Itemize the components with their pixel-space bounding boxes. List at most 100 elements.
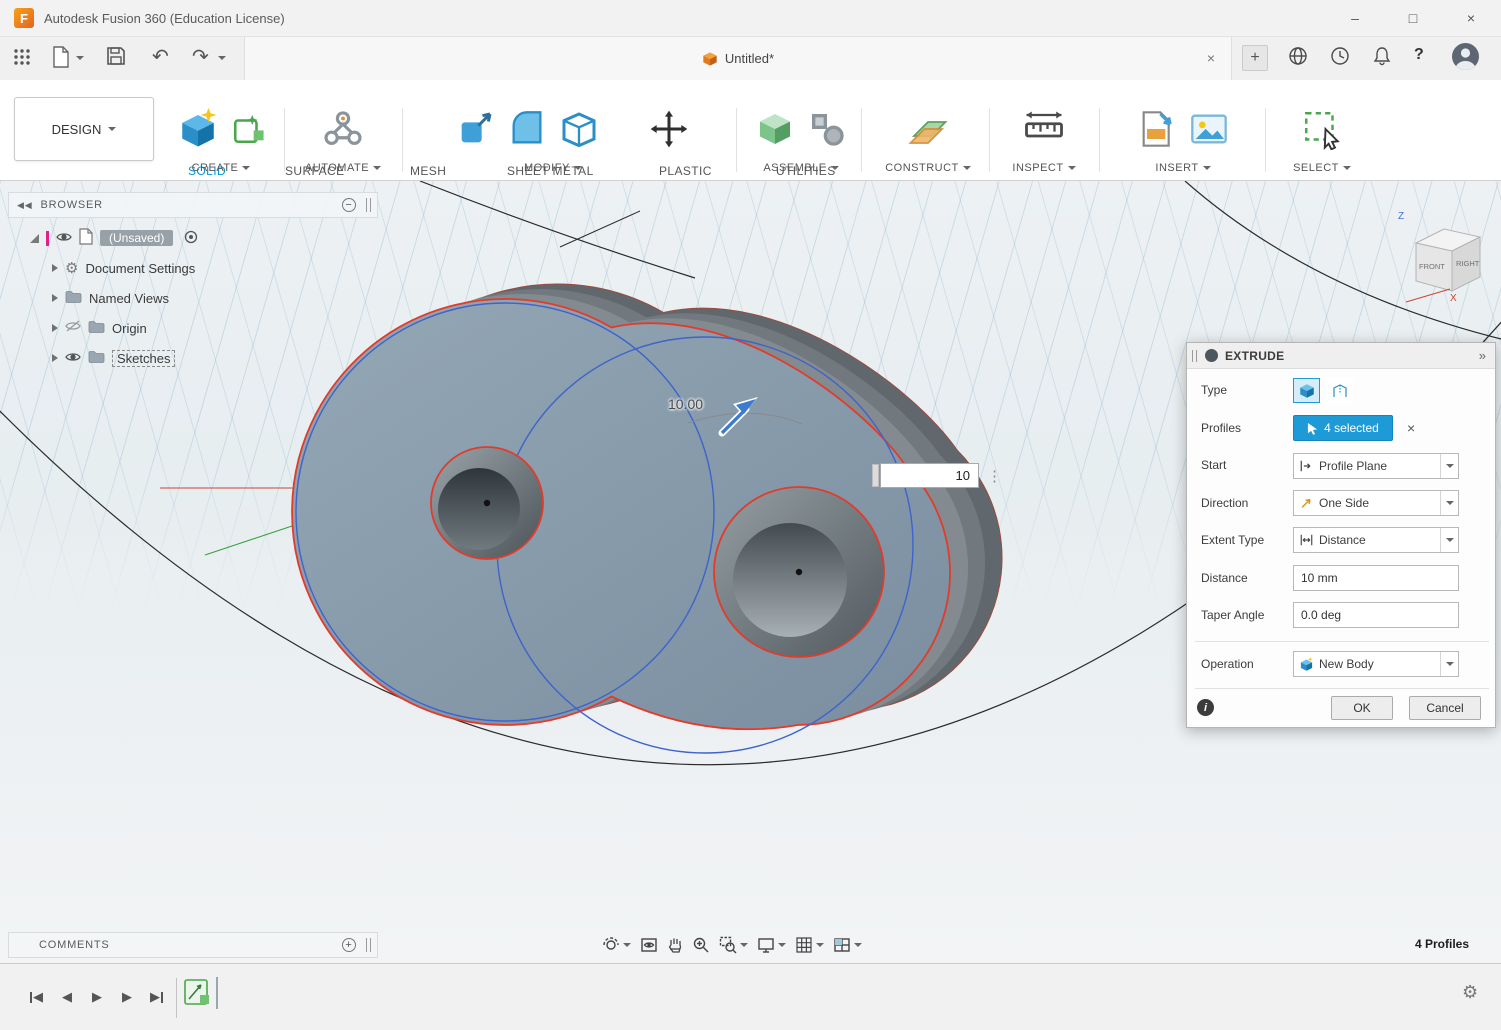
select-icon[interactable]: [1301, 108, 1343, 155]
browser-item-label[interactable]: Origin: [112, 321, 147, 336]
timeline-settings-gear-icon[interactable]: ⚙: [1462, 982, 1478, 1003]
user-avatar[interactable]: [1452, 43, 1479, 70]
press-pull-icon[interactable]: [455, 109, 495, 154]
zoom-icon[interactable]: [692, 936, 710, 954]
group-label-construct[interactable]: CONSTRUCT: [885, 162, 971, 174]
direction-select[interactable]: One Side: [1293, 490, 1459, 516]
save-icon[interactable]: [106, 46, 126, 66]
browser-drag-grip[interactable]: [366, 198, 371, 212]
job-status-clock-icon[interactable]: [1330, 46, 1350, 66]
maximize-button[interactable]: □: [1390, 0, 1436, 36]
undo-icon[interactable]: ↶: [152, 44, 169, 69]
comments-bar[interactable]: COMMENTS +: [8, 932, 378, 958]
document-name[interactable]: (Unsaved): [100, 230, 173, 246]
joint-icon[interactable]: [807, 109, 847, 154]
file-menu-icon[interactable]: [52, 46, 70, 68]
browser-item-document-settings[interactable]: ⚙ Document Settings: [52, 256, 195, 280]
start-select[interactable]: Profile Plane: [1293, 453, 1459, 479]
visibility-eye-icon[interactable]: [56, 231, 72, 246]
expand-arrow-icon[interactable]: [52, 324, 58, 332]
timeline-skip-end-button[interactable]: ▶: [150, 986, 163, 1008]
operation-select[interactable]: New Body: [1293, 651, 1459, 677]
dialog-expand-icon[interactable]: »: [1479, 348, 1486, 363]
viewports-icon[interactable]: [833, 936, 862, 954]
new-tab-button[interactable]: +: [1242, 45, 1268, 71]
timeline-position-marker[interactable]: [216, 977, 218, 1009]
timeline-step-forward-button[interactable]: ▶: [122, 986, 132, 1008]
decal-image-icon[interactable]: [1189, 109, 1229, 154]
profiles-selected-button[interactable]: 4 selected: [1293, 415, 1393, 441]
look-at-icon[interactable]: [640, 936, 658, 954]
zoom-window-icon[interactable]: [719, 936, 748, 954]
extrude-type-thin-button[interactable]: [1326, 378, 1353, 403]
redo-icon[interactable]: ↷: [192, 44, 209, 69]
right-hole-center-point[interactable]: [796, 569, 802, 575]
create-sketch-icon[interactable]: [231, 112, 265, 151]
close-button[interactable]: ×: [1448, 0, 1494, 36]
insert-svg-icon[interactable]: [1137, 109, 1177, 154]
group-label-create[interactable]: CREATE: [192, 162, 251, 174]
move-copy-icon[interactable]: [649, 109, 689, 154]
browser-item-label[interactable]: Document Settings: [85, 261, 195, 276]
automate-icon[interactable]: [322, 108, 364, 155]
distance-input[interactable]: [1293, 565, 1459, 591]
group-label-automate[interactable]: AUTOMATE: [305, 162, 381, 174]
group-label-assemble[interactable]: ASSEMBLE: [763, 162, 838, 174]
shell-icon[interactable]: [559, 109, 599, 154]
taper-angle-input[interactable]: [1293, 602, 1459, 628]
expand-arrow-icon[interactable]: [52, 354, 58, 362]
minimize-button[interactable]: –: [1332, 0, 1378, 36]
activate-target-icon[interactable]: [184, 230, 198, 247]
comments-drag-grip[interactable]: [366, 938, 371, 952]
browser-item-origin[interactable]: Origin: [52, 316, 147, 340]
viewcube-right-label[interactable]: RIGHT: [1456, 259, 1480, 268]
dialog-drag-grip[interactable]: [1192, 350, 1197, 362]
left-hole[interactable]: [431, 447, 543, 559]
browser-item-label[interactable]: Sketches: [112, 350, 175, 367]
left-hole-center-point[interactable]: [484, 500, 490, 506]
profiles-clear-icon[interactable]: ×: [1407, 420, 1415, 436]
grid-display-icon[interactable]: [795, 936, 824, 954]
dimension-options-icon[interactable]: ⋮: [987, 467, 1002, 485]
timeline-sketch-feature[interactable]: [184, 977, 210, 1012]
group-label-inspect[interactable]: INSPECT: [1012, 162, 1075, 174]
view-cube[interactable]: FRONT RIGHT Z X: [1398, 211, 1480, 304]
timeline-skip-start-button[interactable]: ◀: [30, 986, 43, 1008]
timeline-step-back-button[interactable]: ◀: [62, 986, 72, 1008]
document-tab[interactable]: Untitled* ×: [244, 37, 1232, 80]
ok-button[interactable]: OK: [1331, 696, 1393, 720]
viewcube-front-label[interactable]: FRONT: [1419, 262, 1445, 271]
workspace-switcher[interactable]: DESIGN: [14, 97, 154, 161]
new-component-icon[interactable]: [755, 109, 795, 154]
construction-plane-icon[interactable]: [907, 108, 949, 155]
right-hole[interactable]: [714, 487, 884, 657]
app-grid-menu-icon[interactable]: [12, 47, 32, 67]
extrude-dialog-header[interactable]: EXTRUDE »: [1187, 343, 1495, 369]
browser-item-sketches[interactable]: Sketches: [52, 346, 175, 370]
browser-root-row[interactable]: (Unsaved): [30, 226, 198, 250]
browser-collapse-icon[interactable]: ◀◀: [17, 200, 32, 211]
file-menu-caret-icon[interactable]: [76, 56, 84, 60]
dimension-input[interactable]: [880, 463, 979, 488]
document-tab-close-icon[interactable]: ×: [1201, 48, 1221, 68]
display-settings-icon[interactable]: [757, 936, 786, 954]
browser-item-named-views[interactable]: Named Views: [52, 286, 169, 310]
redo-caret-icon[interactable]: [218, 56, 226, 60]
dimension-input-grip[interactable]: [872, 464, 879, 487]
notifications-bell-icon[interactable]: [1372, 46, 1392, 66]
new-body-icon[interactable]: [177, 108, 219, 155]
info-icon[interactable]: i: [1197, 699, 1214, 716]
group-label-modify[interactable]: MODIFY: [524, 162, 582, 174]
visibility-off-eye-icon[interactable]: [65, 320, 81, 336]
extent-type-select[interactable]: Distance: [1293, 527, 1459, 553]
expand-arrow-icon[interactable]: [52, 264, 58, 272]
orbit-icon[interactable]: [602, 936, 631, 954]
expand-arrow-icon[interactable]: [52, 294, 58, 302]
fillet-icon[interactable]: [507, 109, 547, 154]
help-icon[interactable]: ?: [1414, 46, 1424, 64]
group-label-insert[interactable]: INSERT: [1155, 162, 1210, 174]
cancel-button[interactable]: Cancel: [1409, 696, 1481, 720]
measure-icon[interactable]: [1023, 108, 1065, 155]
comments-add-icon[interactable]: +: [342, 938, 356, 952]
browser-minimize-icon[interactable]: −: [342, 198, 356, 212]
